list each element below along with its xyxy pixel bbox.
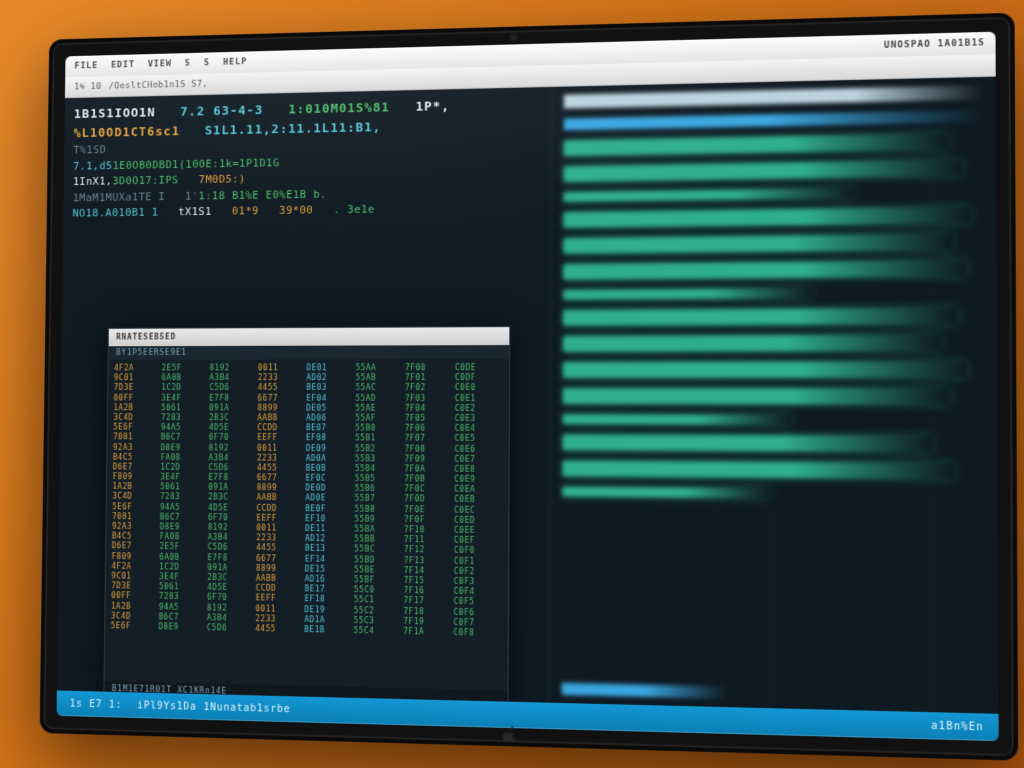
- path-text: /OesltCHob1n1S S7,: [109, 79, 208, 91]
- webcam-dot: [511, 34, 517, 40]
- menubar-item[interactable]: VIEW: [148, 59, 172, 69]
- menubar-item[interactable]: S: [185, 59, 191, 69]
- hex-window-title[interactable]: RNATESEB5ED: [109, 327, 510, 346]
- taskbar-app[interactable]: iPl9Ys1Da 1Nunatab1srbe: [137, 700, 291, 715]
- taskbar-right[interactable]: a1Bn%En: [931, 720, 984, 733]
- menubar-item[interactable]: HELP: [223, 57, 247, 67]
- output-footer: [561, 683, 727, 699]
- output-subheading: [563, 110, 983, 131]
- menubar-item[interactable]: S: [204, 58, 210, 68]
- path-prefix: 1% 10: [74, 82, 101, 92]
- output-heading: [564, 85, 984, 108]
- monitor-frame: FILE EDIT VIEW S S HELP UNOSPAO 1A01B1S …: [40, 13, 1019, 761]
- taskbar-left[interactable]: 1s E7 1:: [70, 698, 123, 710]
- terminal-pane[interactable]: 1B1S1IOO1N 7.2 63-4-3 1:010M01S%81 1P*,%…: [57, 77, 999, 714]
- apple-logo-icon: [501, 726, 519, 745]
- hex-columns: 4F2A9C017D3E00FF1A2B3C4D5E6F708192A3B4C5…: [104, 359, 509, 691]
- hex-window[interactable]: RNATESEB5ED BY1P5EERSE9E1 4F2A9C017D3E00…: [103, 326, 510, 708]
- menubar-item[interactable]: EDIT: [111, 60, 135, 70]
- hex-window-status: BY1P5EERSE9E1: [109, 345, 510, 360]
- output-pane: [548, 77, 998, 714]
- menubar-item[interactable]: FILE: [74, 61, 98, 71]
- screen: FILE EDIT VIEW S S HELP UNOSPAO 1A01B1S …: [57, 32, 999, 742]
- menubar-right-status: UNOSPAO 1A01B1S: [884, 38, 985, 51]
